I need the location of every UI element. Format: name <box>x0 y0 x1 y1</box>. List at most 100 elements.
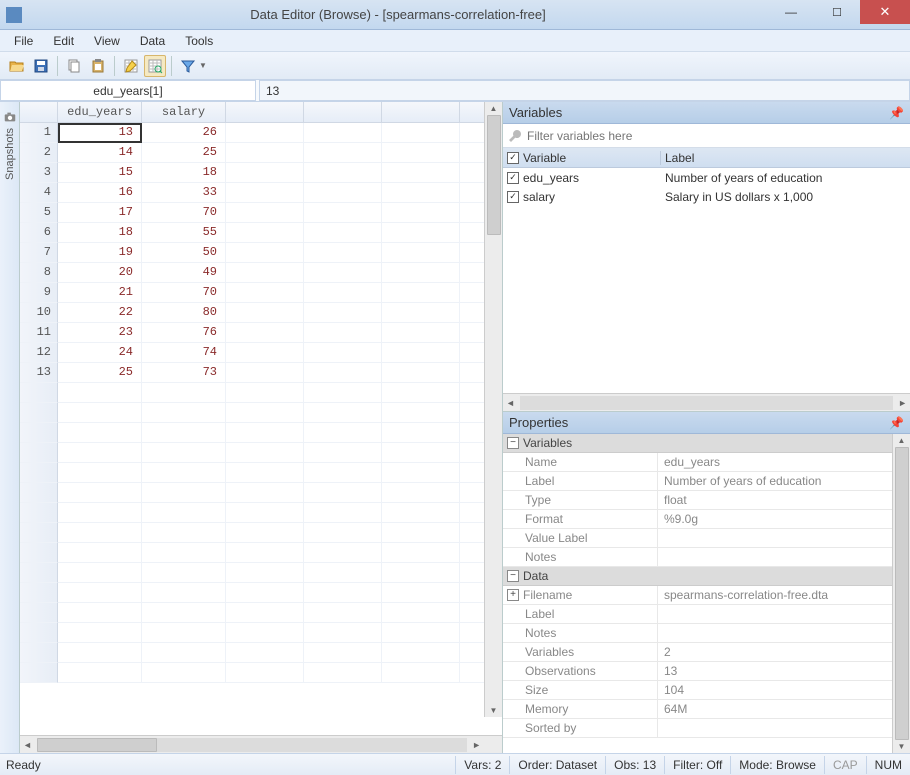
data-cell[interactable]: 20 <box>58 263 142 283</box>
variables-filter-input[interactable] <box>527 129 906 143</box>
data-cell-empty[interactable] <box>382 463 460 483</box>
data-cell-empty[interactable] <box>382 603 460 623</box>
data-cell-empty[interactable] <box>304 423 382 443</box>
data-cell-empty[interactable] <box>304 123 382 143</box>
filter-icon[interactable] <box>177 55 199 77</box>
data-cell-empty[interactable] <box>58 603 142 623</box>
variable-row[interactable]: edu_yearsNumber of years of education <box>503 168 910 187</box>
data-cell-empty[interactable] <box>304 143 382 163</box>
data-cell-empty[interactable] <box>142 483 226 503</box>
data-cell-empty[interactable] <box>382 163 460 183</box>
data-cell-empty[interactable] <box>226 603 304 623</box>
data-cell-empty[interactable] <box>382 123 460 143</box>
data-cell-empty[interactable] <box>142 523 226 543</box>
data-cell[interactable]: 74 <box>142 343 226 363</box>
save-icon[interactable] <box>30 55 52 77</box>
row-header[interactable]: 7 <box>20 243 58 263</box>
data-cell-empty[interactable] <box>304 223 382 243</box>
data-cell[interactable]: 22 <box>58 303 142 323</box>
variables-horizontal-scrollbar[interactable] <box>503 393 910 411</box>
row-header[interactable]: 11 <box>20 323 58 343</box>
column-header[interactable]: salary <box>142 102 226 123</box>
copy-icon[interactable] <box>63 55 85 77</box>
data-cell-empty[interactable] <box>226 503 304 523</box>
data-cell[interactable]: 17 <box>58 203 142 223</box>
data-cell-empty[interactable] <box>382 363 460 383</box>
row-header[interactable] <box>20 543 58 563</box>
open-icon[interactable] <box>6 55 28 77</box>
data-cell-empty[interactable] <box>382 503 460 523</box>
data-cell-empty[interactable] <box>382 543 460 563</box>
paste-icon[interactable] <box>87 55 109 77</box>
data-cell[interactable]: 25 <box>58 363 142 383</box>
data-cell-empty[interactable] <box>226 243 304 263</box>
data-cell-empty[interactable] <box>382 343 460 363</box>
data-cell-empty[interactable] <box>382 403 460 423</box>
data-cell[interactable]: 25 <box>142 143 226 163</box>
data-cell-empty[interactable] <box>58 543 142 563</box>
data-cell-empty[interactable] <box>382 203 460 223</box>
row-header[interactable] <box>20 663 58 683</box>
data-cell[interactable]: 26 <box>142 123 226 143</box>
row-header[interactable]: 9 <box>20 283 58 303</box>
row-header[interactable] <box>20 503 58 523</box>
variable-row[interactable]: salarySalary in US dollars x 1,000 <box>503 187 910 206</box>
data-cell-empty[interactable] <box>382 243 460 263</box>
data-cell-empty[interactable] <box>304 443 382 463</box>
properties-section[interactable]: −Data <box>503 567 892 586</box>
data-cell-empty[interactable] <box>304 523 382 543</box>
row-header[interactable] <box>20 583 58 603</box>
data-cell-empty[interactable] <box>304 643 382 663</box>
data-cell-empty[interactable] <box>382 143 460 163</box>
pin-icon[interactable]: 📌 <box>889 106 904 120</box>
data-cell-empty[interactable] <box>226 463 304 483</box>
data-cell-empty[interactable] <box>304 543 382 563</box>
dropdown-arrow-icon[interactable]: ▼ <box>199 61 207 70</box>
data-cell-empty[interactable] <box>226 323 304 343</box>
data-cell-empty[interactable] <box>226 343 304 363</box>
data-cell-empty[interactable] <box>226 423 304 443</box>
row-header[interactable]: 10 <box>20 303 58 323</box>
data-cell[interactable]: 76 <box>142 323 226 343</box>
row-header[interactable] <box>20 603 58 623</box>
data-cell[interactable]: 49 <box>142 263 226 283</box>
data-cell-empty[interactable] <box>226 623 304 643</box>
row-header[interactable] <box>20 463 58 483</box>
minimize-button[interactable] <box>768 0 814 24</box>
properties-vertical-scrollbar[interactable] <box>892 434 910 753</box>
data-cell-empty[interactable] <box>382 563 460 583</box>
data-cell-empty[interactable] <box>58 383 142 403</box>
row-header[interactable]: 2 <box>20 143 58 163</box>
data-cell-empty[interactable] <box>304 343 382 363</box>
data-cell[interactable]: 70 <box>142 203 226 223</box>
data-cell-empty[interactable] <box>142 463 226 483</box>
row-header[interactable] <box>20 403 58 423</box>
variable-checkbox[interactable] <box>507 172 519 184</box>
data-cell-empty[interactable] <box>142 443 226 463</box>
data-cell-empty[interactable] <box>304 663 382 683</box>
data-cell-empty[interactable] <box>304 203 382 223</box>
data-cell-empty[interactable] <box>382 523 460 543</box>
menu-edit[interactable]: Edit <box>43 32 84 50</box>
browse-mode-icon[interactable] <box>144 55 166 77</box>
data-cell-empty[interactable] <box>304 383 382 403</box>
row-header[interactable]: 6 <box>20 223 58 243</box>
data-cell-empty[interactable] <box>58 483 142 503</box>
data-cell[interactable]: 18 <box>58 223 142 243</box>
data-cell-empty[interactable] <box>226 383 304 403</box>
row-header[interactable]: 5 <box>20 203 58 223</box>
data-cell-empty[interactable] <box>304 283 382 303</box>
data-cell[interactable]: 18 <box>142 163 226 183</box>
data-cell-empty[interactable] <box>142 603 226 623</box>
col-label-header[interactable]: Label <box>665 151 694 165</box>
expand-icon[interactable]: + <box>507 589 519 601</box>
data-cell-empty[interactable] <box>226 263 304 283</box>
data-cell-empty[interactable] <box>304 483 382 503</box>
data-cell-empty[interactable] <box>382 263 460 283</box>
data-cell-empty[interactable] <box>304 563 382 583</box>
data-cell-empty[interactable] <box>382 283 460 303</box>
data-cell-empty[interactable] <box>382 303 460 323</box>
data-cell-empty[interactable] <box>382 223 460 243</box>
data-cell[interactable]: 19 <box>58 243 142 263</box>
row-header[interactable]: 12 <box>20 343 58 363</box>
